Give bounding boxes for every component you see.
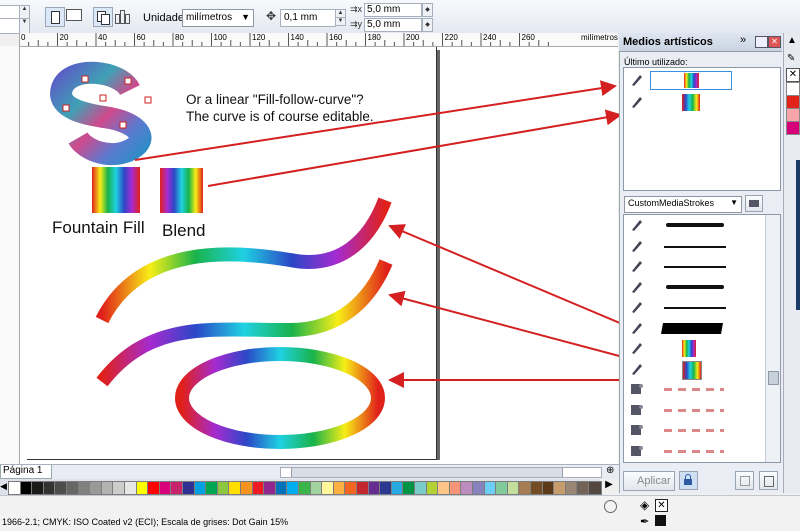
- expand-icon[interactable]: »: [740, 34, 746, 46]
- media-set-select[interactable]: CustomMediaStrokes ▼: [624, 196, 742, 213]
- s-curve-shape[interactable]: [50, 61, 152, 166]
- sprayer-icon: [631, 384, 643, 394]
- docker-title: Medios artísticos: [623, 36, 713, 48]
- color-profile-status: 1966-2.1; CMYK: ISO Coated v2 (ECI); Esc…: [2, 517, 289, 527]
- palette-swatch[interactable]: [786, 121, 800, 135]
- palette-swatch[interactable]: [786, 82, 800, 96]
- sprayer-icon: [631, 404, 643, 415]
- brush-icon: [632, 75, 642, 86]
- chevron-down-icon[interactable]: ▼: [730, 198, 738, 207]
- stroke-list-scrollbar[interactable]: [765, 215, 780, 462]
- apply-button[interactable]: Aplicar: [623, 471, 675, 491]
- fountain-fill-swatch[interactable]: [92, 167, 140, 213]
- stroke-list[interactable]: [623, 214, 781, 463]
- recent-list[interactable]: [623, 67, 781, 191]
- apply-button-label: Aplicar: [637, 475, 671, 487]
- folder-icon[interactable]: [745, 195, 763, 212]
- eyedropper-icon[interactable]: ✎: [787, 53, 795, 64]
- brush-icon: [632, 261, 642, 272]
- note-line-1: Or a linear "Fill-follow-curve"?: [186, 92, 364, 107]
- palette-swatch[interactable]: [786, 108, 800, 122]
- brush-icon: [632, 343, 642, 354]
- recent-item[interactable]: [624, 92, 780, 113]
- note-line-2: The curve is of course editable.: [186, 109, 374, 124]
- palette-menu-icon[interactable]: ▶: [600, 479, 618, 493]
- status-bar: 1966-2.1; CMYK: ISO Coated v2 (ECI); Esc…: [0, 495, 800, 531]
- outline-color-swatch[interactable]: [655, 515, 666, 526]
- zoom-icon[interactable]: ⊕: [606, 465, 614, 476]
- brush-icon: [632, 97, 642, 108]
- page-tab[interactable]: Página 1: [0, 465, 52, 479]
- brush-icon: [632, 281, 642, 293]
- scrollbar-thumb[interactable]: [768, 371, 779, 385]
- stroke-list-item[interactable]: [624, 359, 780, 380]
- delete-icon[interactable]: [759, 471, 778, 490]
- pin-icon[interactable]: ▲: [787, 35, 797, 46]
- stroke-list-item[interactable]: [624, 277, 780, 298]
- stroke-list-item[interactable]: [624, 379, 780, 400]
- rainbow-ellipse[interactable]: [175, 347, 385, 449]
- blend-swatch[interactable]: [160, 168, 203, 213]
- stroke-list-item[interactable]: [624, 215, 780, 236]
- blend-label: Blend: [162, 221, 206, 240]
- stroke-list-item[interactable]: [624, 297, 780, 318]
- palette-scroll-edge: [796, 160, 800, 310]
- brush-icon: [632, 363, 642, 375]
- document-icon[interactable]: [604, 500, 617, 513]
- page-tab-bar: Página 1 ⊕: [0, 464, 619, 479]
- stroke-list-item[interactable]: [624, 420, 780, 441]
- maximize-icon[interactable]: [755, 36, 768, 48]
- page-tab-label: Página 1: [3, 465, 43, 476]
- docker-header: Medios artísticos » ✕: [619, 33, 782, 52]
- palette-swatch[interactable]: [786, 95, 800, 109]
- stroke-list-item[interactable]: [624, 256, 780, 277]
- stroke-list-item[interactable]: [624, 400, 780, 421]
- media-set-value: CustomMediaStrokes: [628, 198, 715, 208]
- stroke-list-item[interactable]: [624, 338, 780, 359]
- sprayer-icon: [631, 425, 643, 435]
- stroke-list-item[interactable]: [624, 318, 780, 339]
- save-icon[interactable]: [735, 471, 754, 490]
- brush-icon: [632, 220, 642, 231]
- canvas-note: Or a linear "Fill-follow-curve"? The cur…: [186, 91, 374, 125]
- close-icon[interactable]: ✕: [768, 36, 781, 48]
- recent-label: Último utilizado:: [624, 57, 688, 67]
- brush-icon: [632, 322, 642, 334]
- lock-icon[interactable]: [679, 471, 698, 490]
- scrollbar-thumb[interactable]: [291, 468, 563, 477]
- fountain-fill-label: Fountain Fill: [52, 218, 145, 237]
- horizontal-scrollbar[interactable]: [280, 467, 602, 478]
- outline-icon: ✒: [640, 516, 650, 528]
- no-fill-swatch[interactable]: ✕: [655, 499, 668, 512]
- brush-icon: [632, 240, 642, 252]
- sprayer-icon: [631, 445, 643, 456]
- no-color-icon[interactable]: ✕: [786, 68, 800, 82]
- stroke-list-item[interactable]: [624, 441, 780, 462]
- palette-left-icon[interactable]: ◀: [0, 481, 7, 492]
- recent-item[interactable]: [624, 70, 780, 91]
- stroke-list-item[interactable]: [624, 236, 780, 257]
- brush-icon: [632, 302, 642, 313]
- fill-icon: ◈: [640, 498, 650, 512]
